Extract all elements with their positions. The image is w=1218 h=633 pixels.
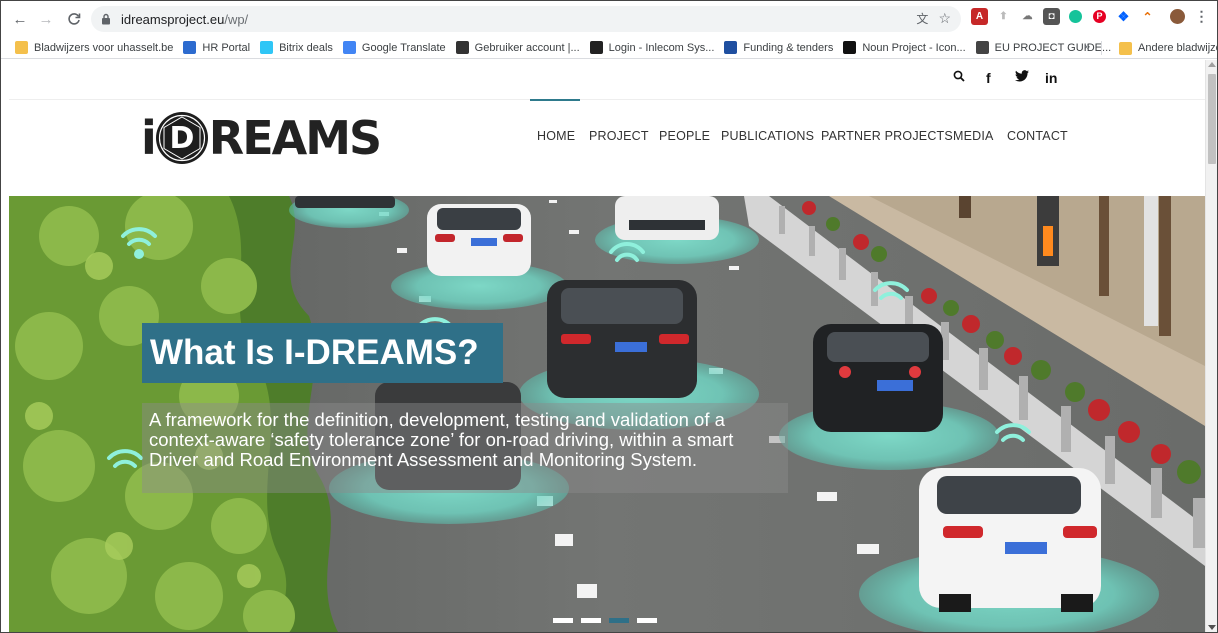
nav-item-publications[interactable]: PUBLICATIONS xyxy=(721,129,814,143)
nav-item-contact[interactable]: CONTACT xyxy=(1007,129,1068,143)
pdf-extension-icon[interactable]: A xyxy=(971,8,988,25)
webpage: f in i D REAMS HOME PROJECT PEOPLE PUBLICAT… xyxy=(9,60,1205,632)
logo-d-emblem: D xyxy=(155,112,208,164)
hero-subtitle-line: context-aware ‘safety tolerance zone’ fo… xyxy=(149,429,734,450)
folder-icon xyxy=(1119,41,1132,55)
browser-window: ← → idreamsproject.eu/wp/ 文 ☆ A ⬆ ☁ ◘ P … xyxy=(0,0,1218,633)
globe-icon xyxy=(975,41,989,54)
reload-button[interactable] xyxy=(63,8,85,30)
grammarly-extension-icon[interactable] xyxy=(1067,8,1084,25)
arrow-extension-icon[interactable]: ⬆ xyxy=(995,8,1012,25)
cloud-extension-icon[interactable]: ☁ xyxy=(1019,8,1036,25)
car-white-far xyxy=(427,204,531,276)
bookmarks-overflow-button[interactable]: » xyxy=(1084,41,1090,53)
idreams-logo[interactable]: i D REAMS xyxy=(141,110,382,166)
bookmark-item[interactable]: Login - Inlecom Sys... xyxy=(589,41,715,54)
bookmark-label: Login - Inlecom Sys... xyxy=(608,41,715,54)
hero-title-box: What Is I-DREAMS? xyxy=(142,323,503,383)
bookmark-item[interactable]: Google Translate xyxy=(342,41,446,54)
search-icon[interactable] xyxy=(953,70,965,82)
profile-avatar[interactable] xyxy=(1169,8,1186,25)
logo-letters-reams: REAMS xyxy=(208,111,382,165)
forward-button[interactable]: → xyxy=(35,8,57,30)
site-topbar: f in xyxy=(9,60,1205,100)
slider-dot[interactable] xyxy=(609,618,629,623)
page-scrollbar[interactable] xyxy=(1205,60,1217,632)
nav-item-media[interactable]: MEDIA xyxy=(953,129,994,143)
pinterest-extension-icon[interactable]: P xyxy=(1091,8,1108,25)
hero-slider: What Is I-DREAMS? A framework for the de… xyxy=(9,196,1205,632)
nav-item-project[interactable]: PROJECT xyxy=(589,129,649,143)
other-bookmarks-label: Andere bladwijzers xyxy=(1138,42,1217,54)
scrollbar-thumb[interactable] xyxy=(1208,74,1216,164)
nav-item-home[interactable]: HOME xyxy=(537,129,575,143)
bookmark-item[interactable]: Noun Project - Icon... xyxy=(843,41,966,54)
slider-dot[interactable] xyxy=(581,618,601,623)
facebook-icon[interactable]: f xyxy=(986,70,991,86)
account-icon xyxy=(455,41,469,54)
eu-flag-icon xyxy=(724,41,738,54)
extensions-bar: A ⬆ ☁ ◘ P ❖ ⌃ ⋮ xyxy=(971,8,1210,25)
slider-pagination xyxy=(553,618,657,623)
bookmarks-divider xyxy=(1101,41,1102,55)
menu-kebab-icon[interactable]: ⋮ xyxy=(1193,8,1210,25)
back-button[interactable]: ← xyxy=(9,8,31,30)
bookmark-star-icon[interactable]: ☆ xyxy=(938,10,951,27)
hero-subtitle-box: A framework for the definition, developm… xyxy=(142,403,788,493)
bookmark-item[interactable]: Bitrix deals xyxy=(260,41,333,54)
nav-item-people[interactable]: PEOPLE xyxy=(659,129,710,143)
inlecom-icon xyxy=(589,41,603,54)
bookmark-label: Funding & tenders xyxy=(743,41,834,54)
bookmark-label: Google Translate xyxy=(361,41,446,54)
bookmark-item[interactable]: Gebruiker account |... xyxy=(455,41,580,54)
url-text[interactable]: idreamsproject.eu/wp/ xyxy=(121,12,248,27)
bookmark-label: Bladwijzers voor uhasselt.be xyxy=(34,41,174,54)
shield-extension-icon[interactable]: ◘ xyxy=(1043,8,1060,25)
bookmark-item[interactable]: EU PROJECT GUIDE... xyxy=(975,41,1112,54)
nav-item-partner-projects[interactable]: PARTNER PROJECTS xyxy=(821,129,953,143)
hr-portal-icon xyxy=(183,41,197,54)
bookmark-label: Gebruiker account |... xyxy=(474,41,580,54)
dropbox-extension-icon[interactable]: ❖ xyxy=(1115,8,1132,25)
lock-icon[interactable] xyxy=(99,12,113,26)
google-translate-icon xyxy=(342,41,356,54)
analytics-extension-icon[interactable]: ⌃ xyxy=(1139,8,1156,25)
browser-toolbar: ← → idreamsproject.eu/wp/ 文 ☆ A ⬆ ☁ ◘ P … xyxy=(1,1,1217,37)
bookmark-label: EU PROJECT GUIDE... xyxy=(994,41,1112,54)
linkedin-icon[interactable]: in xyxy=(1045,70,1057,86)
hero-subtitle-line: Driver and Road Environment Assessment a… xyxy=(149,449,698,470)
car-dark-right xyxy=(813,324,943,432)
translate-page-icon[interactable]: 文 xyxy=(916,10,928,27)
slider-dot[interactable] xyxy=(637,618,657,623)
noun-project-icon xyxy=(843,41,857,54)
bookmark-item[interactable]: Funding & tenders xyxy=(724,41,833,54)
hero-subtitle-line: A framework for the definition, developm… xyxy=(149,409,725,430)
bookmark-label: Noun Project - Icon... xyxy=(862,41,966,54)
nav-active-indicator xyxy=(530,99,580,101)
bookmark-label: Bitrix deals xyxy=(279,41,333,54)
bookmark-label: HR Portal xyxy=(202,41,251,54)
bookmarks-bar: Bladwijzers voor uhasselt.be HR Portal Bit… xyxy=(1,37,1217,59)
bitrix24-icon xyxy=(260,41,274,54)
bookmark-item[interactable]: HR Portal xyxy=(183,41,250,54)
car-dark-center xyxy=(547,280,697,398)
scroll-up-arrow-icon[interactable] xyxy=(1208,62,1216,67)
bookmark-item[interactable]: Bladwijzers voor uhasselt.be xyxy=(15,41,173,54)
twitter-icon[interactable] xyxy=(1015,70,1029,82)
scroll-down-arrow-icon[interactable] xyxy=(1208,625,1216,630)
car-white-front xyxy=(919,468,1101,612)
hero-title: What Is I-DREAMS? xyxy=(150,333,479,372)
address-bar[interactable]: idreamsproject.eu/wp/ 文 ☆ xyxy=(91,6,961,32)
slider-dot[interactable] xyxy=(553,618,573,623)
svg-text:D: D xyxy=(169,121,194,156)
other-bookmarks-folder[interactable]: Andere bladwijzers xyxy=(1119,37,1217,59)
folder-icon xyxy=(15,41,28,54)
